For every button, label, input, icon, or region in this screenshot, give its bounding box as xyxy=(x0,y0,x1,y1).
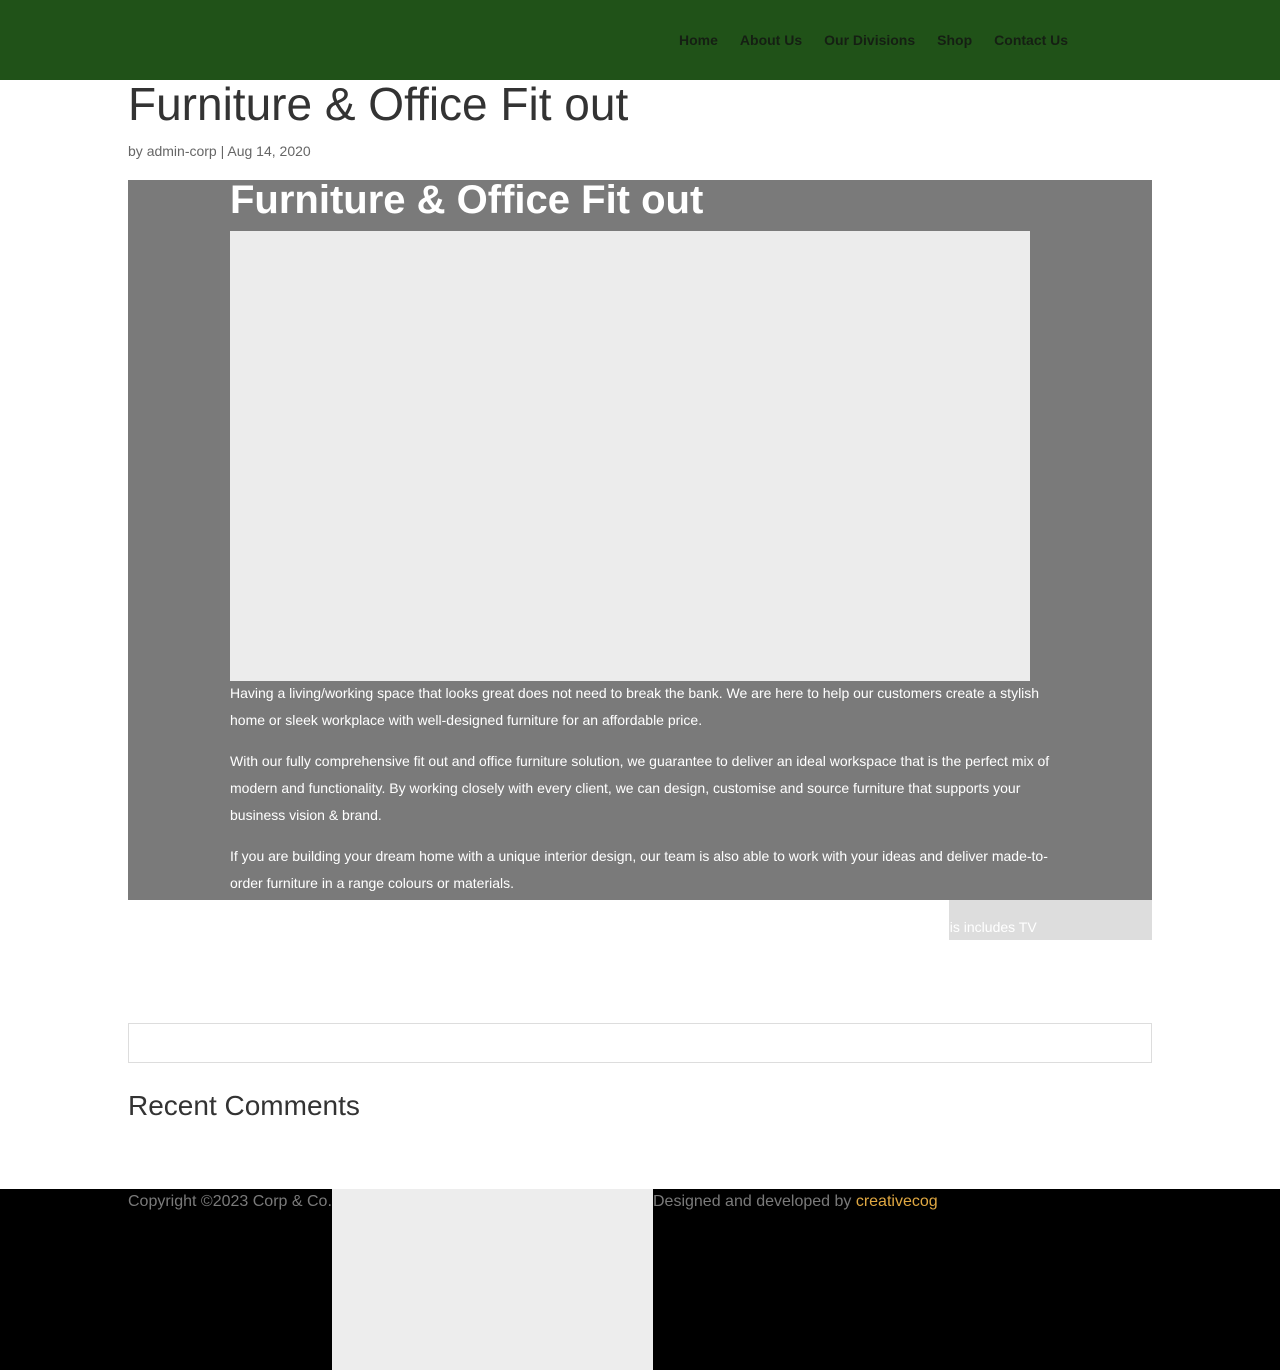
main-nav: Home About Us Our Divisions Shop Contact… xyxy=(679,31,1090,49)
post-meta: by admin-corp | Aug 14, 2020 xyxy=(128,142,311,160)
hero-text: Having a living/working space that looks… xyxy=(230,680,1056,911)
hero-paragraph: If you are building your dream home with… xyxy=(230,848,1048,891)
hero-image xyxy=(230,231,1030,681)
credits-prefix: Designed and developed by xyxy=(653,1193,852,1210)
nav-about-us[interactable]: About Us xyxy=(740,31,802,49)
nav-shop[interactable]: Shop xyxy=(937,31,972,49)
hero-title: Furniture & Office Fit out xyxy=(230,178,704,222)
author-link[interactable]: admin-corp xyxy=(147,143,217,159)
footer-credits: Designed and developed by creativecog xyxy=(653,1193,938,1211)
copyright-text: Copyright ©2023 Corp & Co. xyxy=(128,1193,332,1210)
nav-our-divisions[interactable]: Our Divisions xyxy=(824,31,915,49)
search-input[interactable] xyxy=(128,1023,1152,1063)
nav-home[interactable]: Home xyxy=(679,31,718,49)
nav-contact-us[interactable]: Contact Us xyxy=(994,31,1068,49)
overflow-text: his includes TV xyxy=(942,919,1037,935)
creativecog-link[interactable]: creativecog xyxy=(856,1193,938,1210)
meta-prefix: by xyxy=(128,143,143,159)
post-date: Aug 14, 2020 xyxy=(227,143,311,159)
page-title: Furniture & Office Fit out xyxy=(128,78,629,130)
recent-comments-title: Recent Comments xyxy=(128,1090,360,1121)
hero-paragraph: Having a living/working space that looks… xyxy=(230,685,1040,728)
footer-image-block xyxy=(332,1189,653,1370)
meta-separator: | xyxy=(220,143,225,159)
hero-paragraph: With our fully comprehensive fit out and… xyxy=(230,753,1050,823)
site-header: Home About Us Our Divisions Shop Contact… xyxy=(0,0,1280,80)
